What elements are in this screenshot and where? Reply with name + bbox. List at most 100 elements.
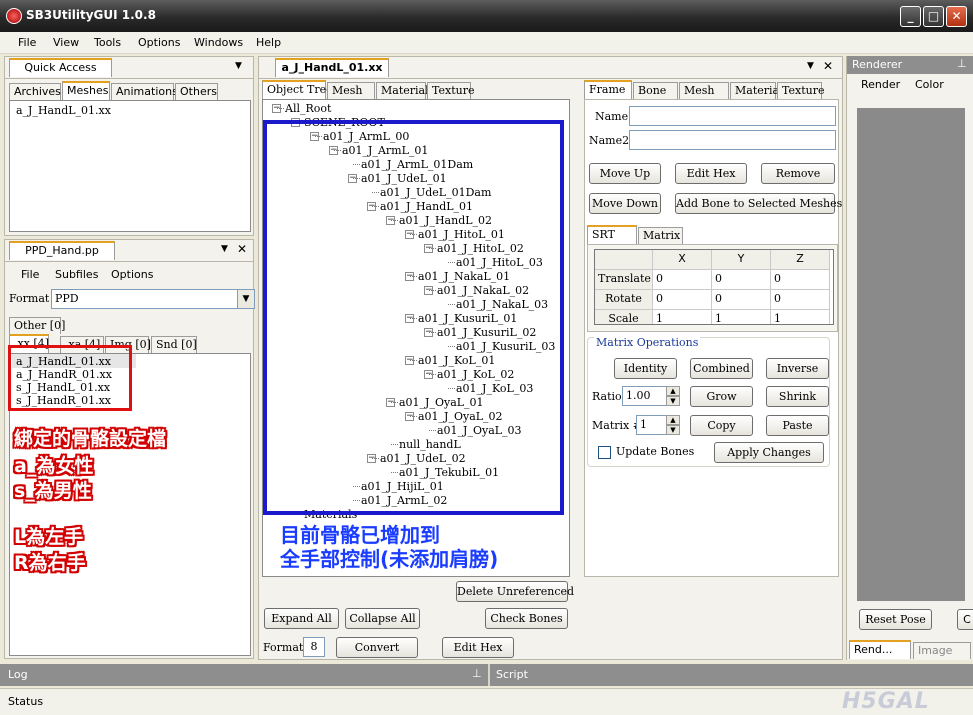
pp-menu-file[interactable]: File xyxy=(21,268,39,281)
menu-file[interactable]: File xyxy=(18,36,36,49)
paste-button[interactable]: Paste xyxy=(766,415,829,436)
grid-cell[interactable]: 1 xyxy=(653,310,712,324)
edit-hex-props-button[interactable]: Edit Hex xyxy=(675,163,747,184)
log-title[interactable]: Log xyxy=(8,668,28,681)
maximize-button[interactable]: □ xyxy=(923,6,944,27)
menu-view[interactable]: View xyxy=(53,36,79,49)
renderer-menu-render[interactable]: Render xyxy=(861,78,900,91)
tab-image[interactable]: Image xyxy=(913,642,971,659)
grid-cell[interactable]: 0 xyxy=(771,270,830,290)
tab-frame[interactable]: Frame xyxy=(584,80,632,99)
reset-pose-button[interactable]: Reset Pose xyxy=(859,609,932,630)
close-button[interactable]: ✕ xyxy=(946,6,967,27)
grid-cell[interactable]: 0 xyxy=(712,270,771,290)
menu-windows[interactable]: Windows xyxy=(194,36,243,49)
format-label: Format xyxy=(9,292,50,305)
format-value[interactable]: 8 xyxy=(303,637,325,657)
move-down-button[interactable]: Move Down xyxy=(589,193,661,214)
tab-mesh[interactable]: Mesh xyxy=(327,82,375,99)
status-text: Status xyxy=(8,695,44,708)
grid-cell[interactable]: 0 xyxy=(712,290,771,310)
blue-highlight-box xyxy=(263,120,564,515)
spin-down-icon[interactable]: ▼ xyxy=(666,425,680,435)
chevron-down-icon[interactable]: ▼ xyxy=(221,244,228,254)
meshes-list[interactable]: a_J_HandL_01.xx xyxy=(9,100,251,232)
tab-mesh-props[interactable]: Mesh xyxy=(679,82,729,99)
grid-cell[interactable]: 1 xyxy=(771,310,830,324)
close-icon[interactable]: ✕ xyxy=(823,59,833,73)
menu-tools[interactable]: Tools xyxy=(94,36,121,49)
edit-hex-button[interactable]: Edit Hex xyxy=(442,637,514,658)
chevron-down-icon[interactable]: ▼ xyxy=(235,61,242,71)
tab-bone[interactable]: Bone xyxy=(633,82,678,99)
pp-menu-subfiles[interactable]: Subfiles xyxy=(55,268,98,281)
render-viewport[interactable] xyxy=(857,108,965,601)
format-select[interactable]: PPD xyxy=(51,289,241,309)
shrink-button[interactable]: Shrink xyxy=(766,386,829,407)
tab-texture[interactable]: Texture xyxy=(427,82,474,99)
add-bone-button[interactable]: Add Bone to Selected Meshes xyxy=(675,193,842,214)
tab-archives[interactable]: Archives xyxy=(9,83,61,100)
combined-button[interactable]: Combined xyxy=(690,358,753,379)
tab-material-props[interactable]: Material xyxy=(730,82,783,99)
grid-cell[interactable]: 0 xyxy=(653,290,712,310)
tab-srt[interactable]: SRT xyxy=(587,225,637,244)
grid-cell[interactable]: 0 xyxy=(653,270,712,290)
close-icon[interactable]: ✕ xyxy=(237,242,247,256)
ratio-input[interactable]: 1.00 xyxy=(622,386,668,406)
menu-help[interactable]: Help xyxy=(256,36,281,49)
tab-texture-props[interactable]: Texture xyxy=(777,82,824,99)
check-bones-button[interactable]: Check Bones xyxy=(485,608,568,629)
menu-bar: File View Tools Options Windows Help xyxy=(0,32,973,54)
renderer-menu-color[interactable]: Color xyxy=(915,78,944,91)
grid-cell[interactable]: 1 xyxy=(712,310,771,324)
menu-options[interactable]: Options xyxy=(138,36,180,49)
script-title[interactable]: Script xyxy=(496,668,528,681)
overflow-button[interactable]: C xyxy=(957,609,973,630)
identity-button[interactable]: Identity xyxy=(614,358,677,379)
collapse-all-button[interactable]: Collapse All xyxy=(345,608,420,629)
tab-matrix[interactable]: Matrix xyxy=(638,227,683,244)
copy-button[interactable]: Copy xyxy=(690,415,753,436)
matrix-number-input[interactable]: 1 xyxy=(636,415,668,435)
tab-material[interactable]: Material xyxy=(376,82,429,99)
spin-up-icon[interactable]: ▲ xyxy=(666,415,680,425)
chevron-down-icon[interactable]: ▼ xyxy=(237,289,255,309)
grid-cell[interactable]: 0 xyxy=(771,290,830,310)
grid-row-header: Translate xyxy=(595,270,653,290)
annotation-left-1: 綁定的骨骼設定檔 xyxy=(14,428,167,450)
tab-animations[interactable]: Animations xyxy=(111,83,178,100)
list-item[interactable]: a_J_HandL_01.xx xyxy=(16,104,111,117)
name-input[interactable] xyxy=(629,106,836,126)
spin-up-icon[interactable]: ▲ xyxy=(666,386,680,396)
srt-grid[interactable]: X Y Z Translate 0 0 0 Rotate 0 0 0 Scale 1 1 1 xyxy=(594,249,834,325)
apply-changes-button[interactable]: Apply Changes xyxy=(714,442,824,463)
spin-down-icon[interactable]: ▼ xyxy=(666,396,680,406)
tab-snd[interactable]: Snd [0] xyxy=(151,336,197,353)
grow-button[interactable]: Grow xyxy=(690,386,753,407)
tab-meshes[interactable]: Meshes xyxy=(62,81,110,100)
remove-button[interactable]: Remove xyxy=(761,163,835,184)
minimize-button[interactable]: _ xyxy=(900,6,921,27)
pin-icon[interactable]: ⊥ xyxy=(472,667,482,680)
inverse-button[interactable]: Inverse xyxy=(766,358,829,379)
expand-all-button[interactable]: Expand All xyxy=(264,608,339,629)
name2-label: Name2 xyxy=(589,134,630,147)
tab-render[interactable]: Rend... xyxy=(849,640,911,659)
tree-node[interactable]: All_Root xyxy=(276,102,331,115)
update-bones-checkbox[interactable] xyxy=(598,446,611,459)
tab-object-tree[interactable]: Object Tree xyxy=(262,80,333,99)
name2-input[interactable] xyxy=(629,130,836,150)
pp-menu-options[interactable]: Options xyxy=(111,268,153,281)
tab-others[interactable]: Others xyxy=(175,83,218,100)
quick-access-tab[interactable]: Quick Access xyxy=(9,58,112,77)
document-tab[interactable]: a_J_HandL_01.xx xyxy=(275,58,389,77)
pp-file-tab[interactable]: PPD_Hand.pp xyxy=(9,241,115,260)
tab-other[interactable]: Other [0] xyxy=(9,317,65,334)
delete-unreferenced-button[interactable]: Delete Unreferenced xyxy=(456,581,574,602)
pin-icon[interactable]: ⊥ xyxy=(957,57,967,70)
divider xyxy=(488,664,490,686)
chevron-down-icon[interactable]: ▼ xyxy=(807,61,814,71)
move-up-button[interactable]: Move Up xyxy=(589,163,661,184)
convert-button[interactable]: Convert xyxy=(336,637,418,658)
